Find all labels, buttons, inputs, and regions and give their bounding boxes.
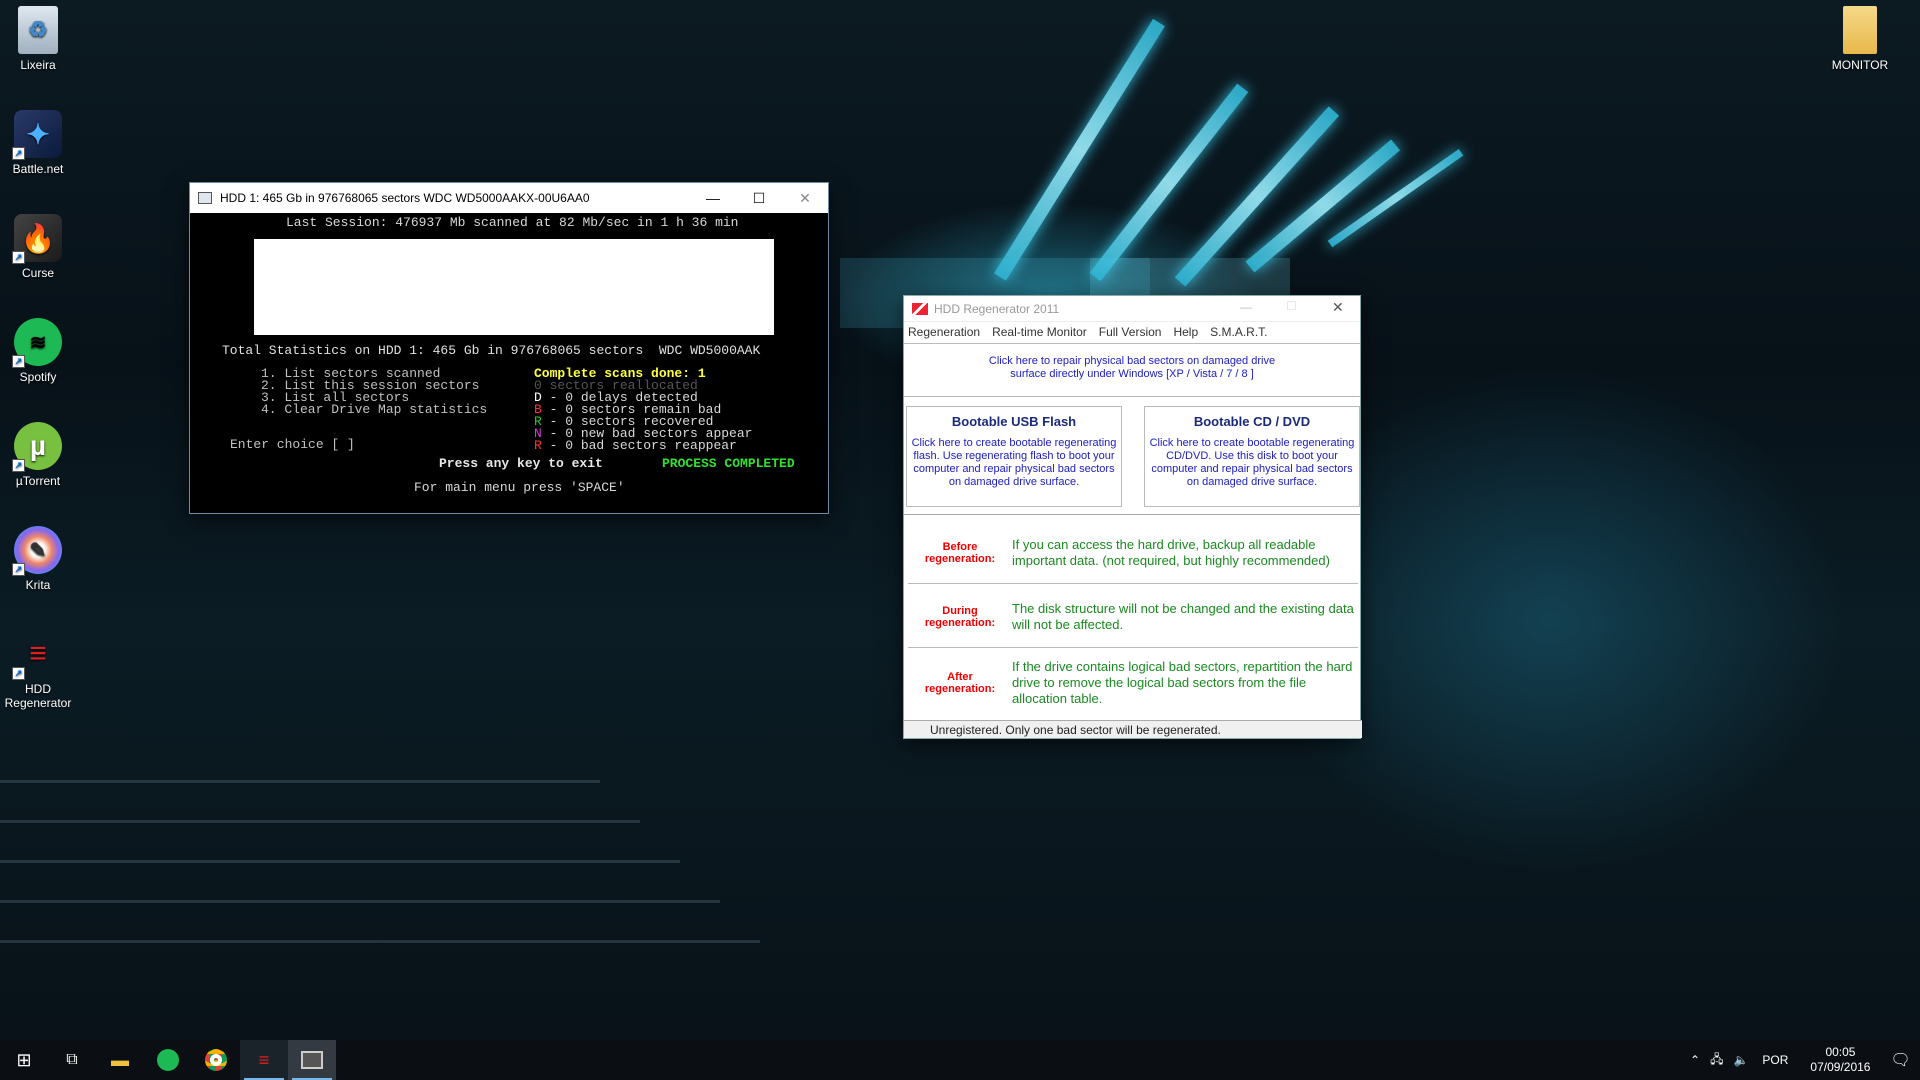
desktop-icon-utorrent[interactable]: µ ↗ µTorrent	[0, 422, 76, 488]
hdd-regenerator-logo-icon	[912, 302, 928, 315]
volume-icon[interactable]: 🔈	[1733, 1053, 1748, 1067]
menu-smart[interactable]: S.M.A.R.T.	[1210, 325, 1267, 339]
console-window[interactable]: HDD 1: 465 Gb in 976768065 sectors WDC W…	[189, 182, 829, 514]
show-hidden-icons-chevron-up-icon[interactable]: ⌃	[1690, 1053, 1700, 1067]
taskbar: ⊞ ⧉ ▬ ≡ ⌃ 🖧 🔈 POR 00:05 07/09/2016 🗨	[0, 1040, 1920, 1080]
desktop-icon-krita[interactable]: ✎ ↗ Krita	[0, 526, 76, 592]
language-indicator[interactable]: POR	[1762, 1053, 1788, 1067]
network-icon[interactable]: 🖧	[1710, 1050, 1723, 1071]
minimize-button[interactable]: —	[690, 183, 736, 213]
total-statistics-line: Total Statistics on HDD 1: 465 Gb in 976…	[222, 343, 761, 358]
usb-title: Bootable USB Flash	[951, 414, 1077, 429]
battlenet-icon: ✦ ↗	[12, 110, 62, 160]
press-exit-line: Press any key to exit	[439, 456, 603, 471]
cd-text: Click here to create bootable regenerati…	[1149, 437, 1355, 488]
maximize-button[interactable]: ☐	[736, 183, 782, 213]
desktop-icon-curse[interactable]: 🔥 ↗ Curse	[0, 214, 76, 280]
console-icon[interactable]	[288, 1040, 336, 1080]
krita-icon: ✎ ↗	[12, 526, 62, 576]
before-label: Before regeneration:	[924, 540, 996, 565]
spotify-icon: ≋ ↗	[12, 318, 62, 368]
desktop-icon-monitor[interactable]: MONITOR	[1822, 6, 1898, 72]
minimize-button[interactable]: —	[1240, 300, 1252, 314]
menu-help[interactable]: Help	[1173, 325, 1198, 339]
sector-stat-line: R - 0 bad sectors reappear	[534, 438, 737, 453]
after-regeneration-row: After regeneration: If the drive contain…	[908, 648, 1358, 718]
divider	[904, 514, 1360, 515]
task-view-icon[interactable]: ⧉	[48, 1040, 96, 1080]
file-explorer-icon[interactable]: ▬	[96, 1040, 144, 1080]
close-button[interactable]: ✕	[782, 183, 828, 213]
hdd-regenerator-icon: ≡ ↗	[12, 630, 62, 680]
desktop-icon-hdd-regenerator[interactable]: ≡ ↗ HDD Regenerator	[0, 630, 76, 710]
chrome-icon[interactable]	[192, 1040, 240, 1080]
menu-realtime-monitor[interactable]: Real-time Monitor	[992, 325, 1087, 339]
clock-time: 00:05	[1825, 1045, 1856, 1059]
drive-map-area	[254, 239, 774, 335]
cd-title: Bootable CD / DVD	[1193, 414, 1311, 429]
curse-icon: 🔥 ↗	[12, 214, 62, 264]
during-text: The disk structure will not be changed a…	[1012, 600, 1354, 632]
spotify-icon[interactable]	[144, 1040, 192, 1080]
sector-stat-text: - 0 bad sectors reappear	[541, 438, 737, 453]
menu-full-version[interactable]: Full Version	[1099, 325, 1162, 339]
desktop-icon-lixeira[interactable]: ♻ Lixeira	[0, 6, 76, 72]
utorrent-icon: µ ↗	[12, 422, 62, 472]
windows-start-icon[interactable]: ⊞	[0, 1040, 48, 1080]
console-body: Last Session: 476937 Mb scanned at 82 Mb…	[190, 213, 828, 513]
repair-link-text: Click here to repair physical bad sector…	[988, 355, 1276, 380]
menu-regeneration[interactable]: Regeneration	[908, 325, 980, 339]
after-label: After regeneration:	[924, 671, 996, 695]
process-completed-label: PROCESS COMPLETED	[662, 456, 795, 471]
close-button[interactable]: ✕	[1332, 299, 1344, 316]
dialog-titlebar[interactable]: HDD Regenerator 2011 — ☐ ✕	[904, 296, 1360, 322]
before-text: If you can access the hard drive, backup…	[1012, 536, 1330, 568]
folder-icon	[1843, 6, 1877, 54]
during-label: During regeneration:	[924, 604, 996, 629]
bootable-cd-dvd-button[interactable]: Bootable CD / DVD Click here to create b…	[1144, 406, 1360, 507]
enter-choice-prompt: Enter choice [ ]	[230, 437, 355, 452]
sector-stat-code: R	[534, 438, 542, 453]
maximize-button[interactable]: ☐	[1286, 299, 1297, 313]
main-menu-hint: For main menu press 'SPACE'	[414, 480, 625, 495]
status-bar: Unregistered. Only one bad sector will b…	[904, 720, 1362, 738]
after-text: If the drive contains logical bad sector…	[1012, 659, 1353, 706]
clock[interactable]: 00:05 07/09/2016	[1810, 1045, 1870, 1075]
during-regeneration-row: During regeneration: The disk structure …	[908, 586, 1358, 648]
console-titlebar[interactable]: HDD 1: 465 Gb in 976768065 sectors WDC W…	[190, 183, 828, 213]
repair-under-windows-button[interactable]: Click here to repair physical bad sector…	[904, 343, 1360, 397]
dialog-menubar: Regeneration Real-time Monitor Full Vers…	[904, 322, 1360, 342]
action-center-icon[interactable]: 🗨	[1890, 1050, 1910, 1070]
console-title: HDD 1: 465 Gb in 976768065 sectors WDC W…	[220, 191, 590, 205]
last-session-line: Last Session: 476937 Mb scanned at 82 Mb…	[286, 215, 739, 230]
hdd-regenerator-icon[interactable]: ≡	[240, 1040, 288, 1080]
usb-text: Click here to create bootable regenerati…	[911, 437, 1117, 488]
hdd-regenerator-window[interactable]: HDD Regenerator 2011 — ☐ ✕ Regeneration …	[903, 295, 1362, 739]
menu-item-4: 4. Clear Drive Map statistics	[261, 402, 488, 417]
clock-date: 07/09/2016	[1810, 1060, 1871, 1074]
before-regeneration-row: Before regeneration: If you can access t…	[908, 522, 1358, 584]
desktop-icon-spotify[interactable]: ≋ ↗ Spotify	[0, 318, 76, 384]
system-tray: ⌃ 🖧 🔈 POR 00:05 07/09/2016 🗨	[1690, 1040, 1911, 1080]
console-app-icon	[198, 192, 212, 204]
recycle-bin-icon: ♻	[18, 6, 58, 54]
dialog-title: HDD Regenerator 2011	[934, 301, 1060, 316]
desktop-icon-battlenet[interactable]: ✦ ↗ Battle.net	[0, 110, 76, 176]
bootable-usb-button[interactable]: Bootable USB Flash Click here to create …	[906, 406, 1122, 507]
